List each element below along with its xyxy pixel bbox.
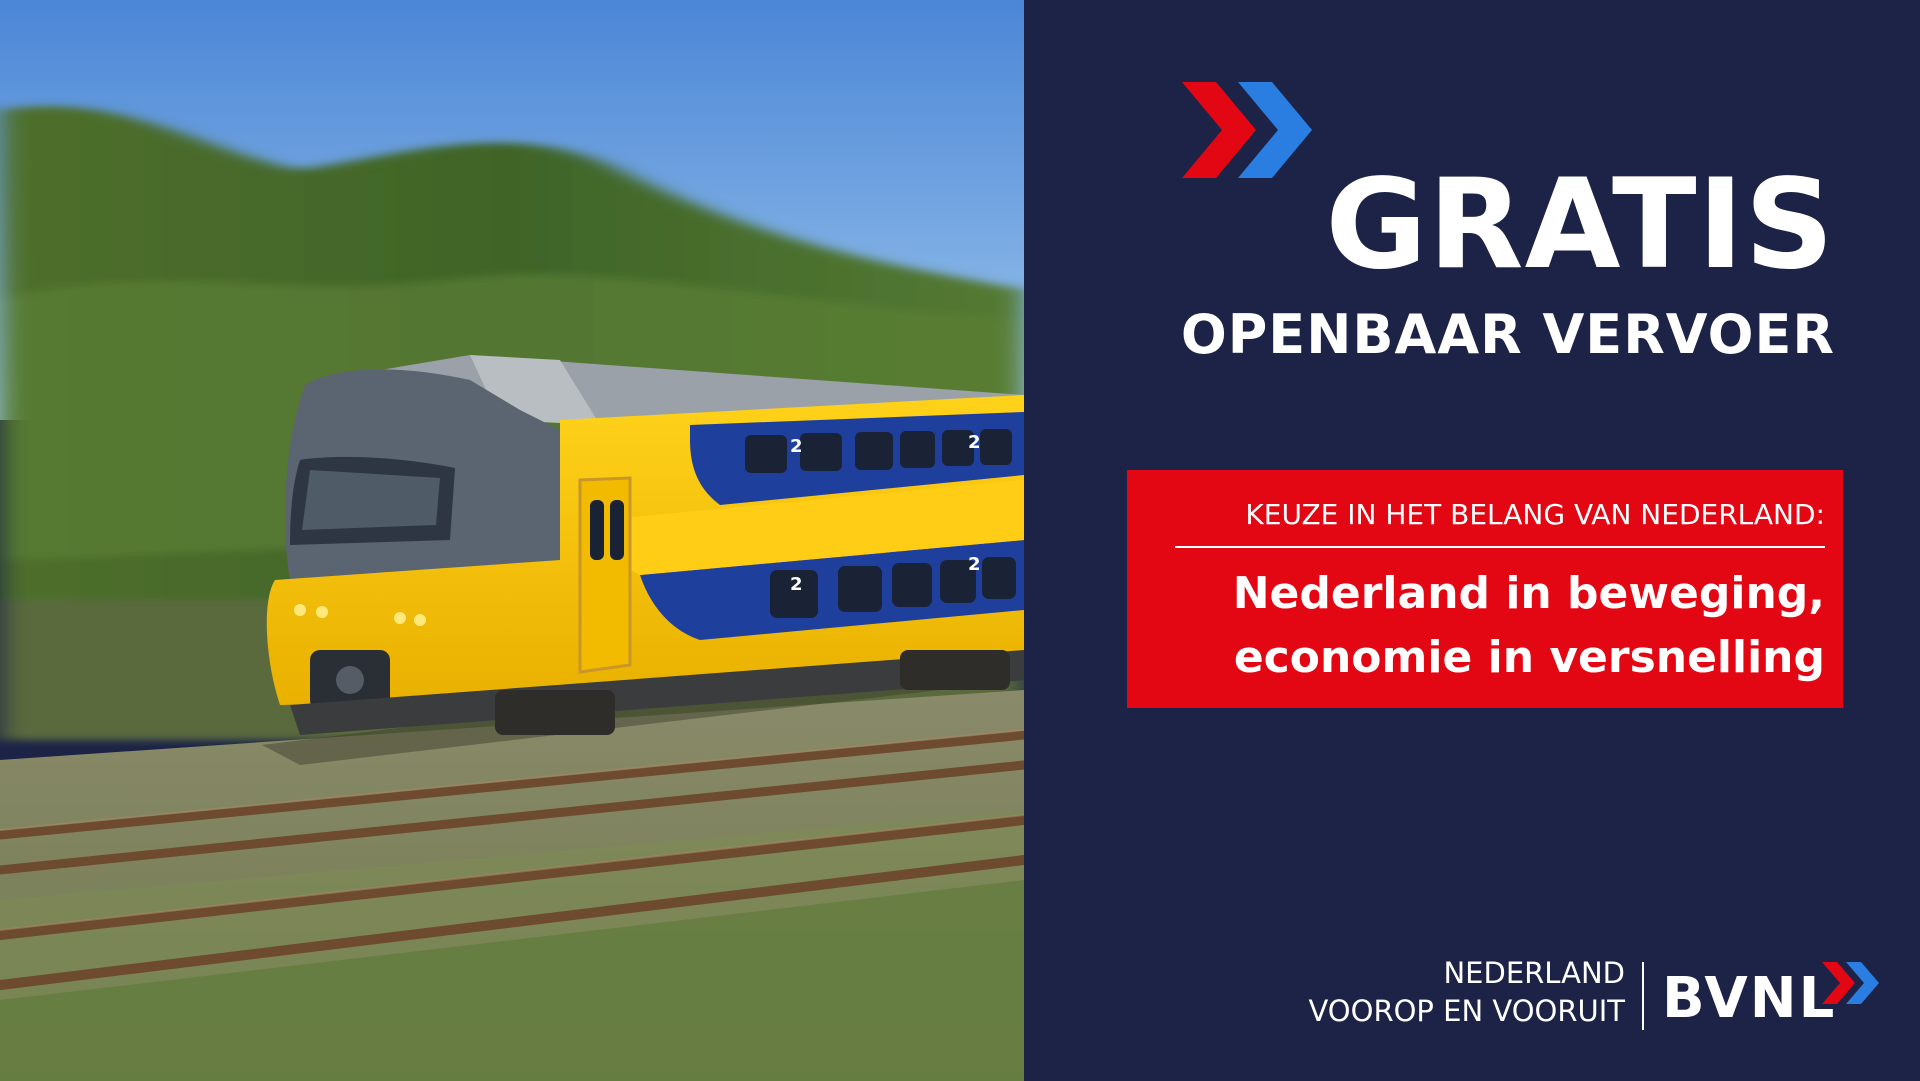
- headline: GRATIS: [1325, 153, 1835, 297]
- subheadline: OPENBAAR VERVOER: [1180, 303, 1835, 366]
- tagline-line: VOOROP EN VOORUIT: [1308, 994, 1625, 1028]
- tagline-line: NEDERLAND: [1443, 956, 1625, 990]
- car-class-number: 2: [790, 574, 803, 595]
- callout-claim-line: economie in versnelling: [1233, 632, 1825, 683]
- footer-tagline: NEDERLAND VOOROP EN VOORUIT: [1308, 954, 1625, 1030]
- callout-claim: Nederland in beweging, economie in versn…: [1233, 562, 1825, 690]
- logo-chevron-icon: [1822, 962, 1879, 1004]
- train-photo-illustration: 2 2 2 2: [0, 0, 1024, 1081]
- car-class-number: 2: [968, 432, 981, 453]
- train-photo: 2 2 2 2: [0, 0, 1024, 1081]
- car-class-number: 2: [968, 554, 981, 575]
- double-chevron-icon: [1182, 82, 1312, 178]
- car-class-number: 2: [790, 436, 803, 457]
- train: [266, 355, 1024, 735]
- callout-kicker: KEUZE IN HET BELANG VAN NEDERLAND:: [1245, 498, 1825, 531]
- campaign-banner: 2 2 2 2 GRATIS OPENBAAR VERVOER KEUZE IN…: [0, 0, 1920, 1081]
- callout-divider: [1175, 546, 1825, 548]
- callout-box: KEUZE IN HET BELANG VAN NEDERLAND: Neder…: [1127, 470, 1843, 708]
- bvnl-logo: BVNL: [1662, 966, 1837, 1031]
- callout-claim-line: Nederland in beweging,: [1232, 568, 1825, 619]
- footer-divider: [1642, 962, 1644, 1030]
